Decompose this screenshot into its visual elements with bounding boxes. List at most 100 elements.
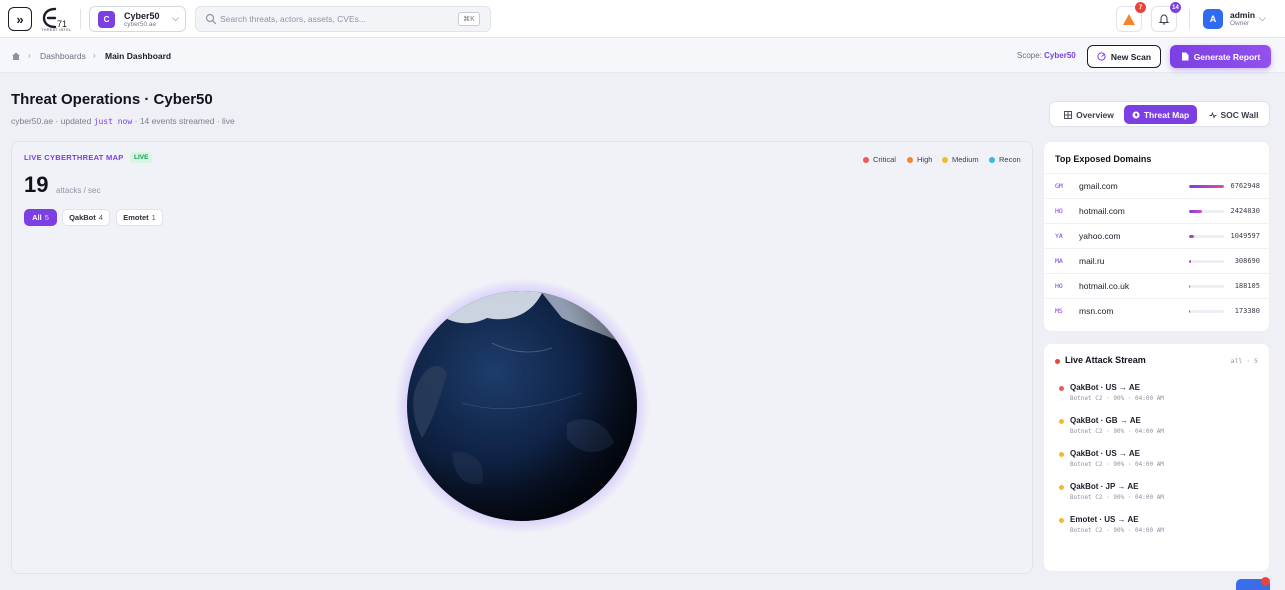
domain-bar bbox=[1189, 235, 1224, 238]
list-item[interactable]: YA yahoo.com 1049597 bbox=[1044, 223, 1271, 248]
tab-threat-map-label: Threat Map bbox=[1143, 109, 1190, 120]
domain-abbr: YA bbox=[1055, 232, 1063, 240]
filter-label: Emotet bbox=[123, 213, 149, 222]
list-item[interactable]: Emotet · US → AE Botnet C2 · 90% · 04:00… bbox=[1044, 513, 1271, 543]
legend-label: High bbox=[917, 155, 933, 164]
domain-name: gmail.com bbox=[1079, 181, 1118, 191]
event-detail: Botnet C2 · 90% · 04:00 AM bbox=[1070, 494, 1164, 501]
chevron-right-icon: › bbox=[93, 51, 96, 60]
list-item[interactable]: QakBot · JP → AE Botnet C2 · 90% · 04:00… bbox=[1044, 480, 1271, 510]
list-item[interactable]: QakBot · GB → AE Botnet C2 · 90% · 04:00… bbox=[1044, 414, 1271, 444]
user-name[interactable]: admin bbox=[1230, 10, 1255, 20]
domain-name: yahoo.com bbox=[1079, 231, 1121, 241]
domain-name: msn.com bbox=[1079, 306, 1114, 316]
filter-count: 1 bbox=[151, 213, 156, 222]
severity-dot bbox=[1059, 518, 1064, 523]
generate-report-button[interactable]: Generate Report bbox=[1170, 45, 1271, 68]
subtitle-suffix: · 14 events streamed · live bbox=[134, 116, 235, 126]
domain-abbr: HO bbox=[1055, 207, 1063, 215]
globe-icon bbox=[1132, 111, 1140, 118]
expand-sidebar-button[interactable]: » bbox=[8, 7, 32, 31]
domain-value: 6762948 bbox=[1230, 182, 1260, 190]
list-item[interactable]: HO hotmail.co.uk 188105 bbox=[1044, 273, 1271, 298]
attack-rate-value: 19 bbox=[24, 172, 49, 197]
domain-name: hotmail.com bbox=[1079, 206, 1125, 216]
live-attack-stream-card: Live Attack Stream all · 5 QakBot · US →… bbox=[1043, 343, 1270, 572]
radar-icon bbox=[1097, 52, 1106, 61]
event-title: QakBot · JP → AE bbox=[1070, 482, 1139, 491]
tenant-switcher[interactable]: C Cyber50 cyber50.ae ⌵ bbox=[89, 6, 186, 32]
chevron-right-icon: › bbox=[28, 51, 31, 60]
search-box[interactable]: ⌘K bbox=[195, 6, 491, 32]
list-item[interactable]: HO hotmail.com 2424030 bbox=[1044, 198, 1271, 223]
tab-soc-wall[interactable]: SOC Wall bbox=[1202, 105, 1265, 124]
scope-indicator: Scope: Cyber50 bbox=[1017, 51, 1076, 60]
notification-dot bbox=[1261, 577, 1270, 586]
event-title: QakBot · US → AE bbox=[1070, 449, 1140, 458]
filter-label: QakBot bbox=[69, 213, 96, 222]
live-indicator-dot bbox=[1055, 359, 1060, 364]
filter-qakbot-chip[interactable]: QakBot 4 bbox=[62, 209, 110, 226]
list-item[interactable]: QakBot · US → AE Botnet C2 · 90% · 04:00… bbox=[1044, 447, 1271, 477]
list-item[interactable]: GM gmail.com 6762948 bbox=[1044, 173, 1271, 198]
domain-abbr: GM bbox=[1055, 182, 1063, 190]
new-scan-button[interactable]: New Scan bbox=[1087, 45, 1161, 68]
chevron-down-icon[interactable]: ⌵ bbox=[1259, 13, 1266, 24]
search-input[interactable] bbox=[220, 11, 450, 27]
search-icon bbox=[205, 13, 217, 25]
tenant-domain: cyber50.ae bbox=[124, 21, 157, 28]
legend-label: Recon bbox=[999, 155, 1021, 164]
chevron-down-icon: ⌵ bbox=[172, 13, 179, 23]
document-icon bbox=[1181, 52, 1189, 61]
list-item[interactable]: MS msn.com 173380 bbox=[1044, 298, 1271, 323]
severity-dot bbox=[1059, 386, 1064, 391]
domain-bar-fill bbox=[1189, 210, 1202, 213]
event-title: QakBot · GB → AE bbox=[1070, 416, 1141, 425]
legend-dot bbox=[863, 156, 869, 163]
updated-time: just now bbox=[93, 117, 133, 126]
legend-dot bbox=[942, 156, 948, 163]
tenant-avatar: C bbox=[98, 11, 115, 28]
bell-icon bbox=[1158, 14, 1170, 25]
view-tabs: Overview Threat Map SOC Wall bbox=[1049, 101, 1270, 127]
alerts-button[interactable]: 7 bbox=[1116, 2, 1146, 32]
tab-threat-map[interactable]: Threat Map bbox=[1124, 105, 1197, 124]
event-title: QakBot · US → AE bbox=[1070, 383, 1140, 392]
notifications-count-badge: 14 bbox=[1170, 2, 1181, 13]
divider bbox=[80, 9, 81, 29]
domain-value: 2424030 bbox=[1230, 207, 1260, 215]
list-item[interactable]: MA mail.ru 308690 bbox=[1044, 248, 1271, 273]
tab-overview[interactable]: Overview bbox=[1055, 105, 1123, 124]
legend-medium: Medium bbox=[942, 155, 979, 164]
severity-dot bbox=[1059, 485, 1064, 490]
domain-name: hotmail.co.uk bbox=[1079, 281, 1130, 291]
event-detail: Botnet C2 · 90% · 04:00 AM bbox=[1070, 527, 1164, 534]
legend-recon: Recon bbox=[989, 155, 1021, 164]
page-title: Threat Operations · Cyber50 bbox=[11, 91, 213, 108]
domain-value: 173380 bbox=[1234, 307, 1260, 315]
map-label: LIVE CYBERTHREAT MAP bbox=[24, 153, 124, 162]
filter-emotet-chip[interactable]: Emotet 1 bbox=[116, 209, 163, 226]
stream-filter[interactable]: all · 5 bbox=[1231, 357, 1258, 365]
event-detail: Botnet C2 · 90% · 04:00 AM bbox=[1070, 395, 1164, 402]
threat-globe[interactable] bbox=[392, 273, 652, 533]
domain-bar bbox=[1189, 310, 1224, 313]
tab-soc-wall-label: SOC Wall bbox=[1220, 109, 1259, 120]
subtitle-prefix: cyber50.ae · updated bbox=[11, 116, 92, 126]
domain-abbr: HO bbox=[1055, 282, 1063, 290]
event-detail: Botnet C2 · 90% · 04:00 AM bbox=[1070, 461, 1164, 468]
list-item[interactable]: QakBot · US → AE Botnet C2 · 90% · 04:00… bbox=[1044, 381, 1271, 411]
search-shortcut: ⌘K bbox=[458, 12, 480, 26]
breadcrumb-current: Main Dashboard bbox=[105, 51, 172, 61]
scope-label: Scope: bbox=[1017, 51, 1042, 60]
breadcrumb-dashboards[interactable]: Dashboards bbox=[40, 51, 86, 61]
notifications-button[interactable]: 14 bbox=[1151, 2, 1181, 32]
filter-all-chip[interactable]: All 5 bbox=[24, 209, 57, 226]
home-icon[interactable] bbox=[11, 51, 21, 61]
user-avatar[interactable]: A bbox=[1203, 9, 1223, 29]
card-title: Top Exposed Domains bbox=[1055, 154, 1152, 164]
page-subtitle: cyber50.ae · updated just now · 14 event… bbox=[11, 116, 235, 126]
threat-map-card: LIVE CYBERTHREAT MAP LIVE 19 attacks / s… bbox=[11, 141, 1033, 574]
new-scan-label: New Scan bbox=[1110, 51, 1152, 62]
severity-dot bbox=[1059, 452, 1064, 457]
